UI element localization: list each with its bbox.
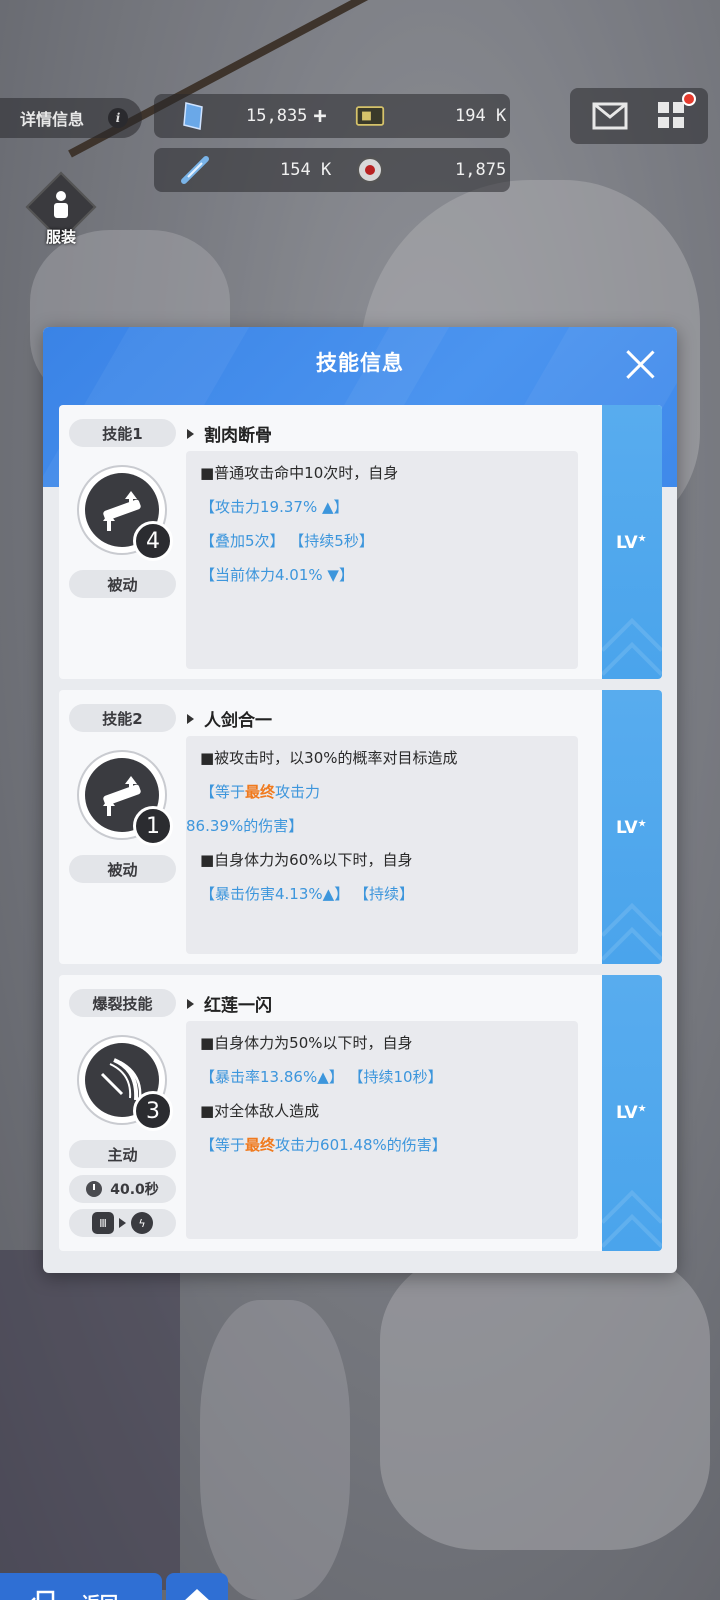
card-icon [355,101,385,131]
desc-line: ■普通攻击命中10次时，自身 [200,464,399,482]
lv-label: LV★ [616,818,647,838]
skill-card-1: 技能1 割肉断骨 4 被动 ■普通攻击命中10次时，自身 【攻击力19.37% … [59,405,662,679]
level-up-button[interactable]: LV★ [600,405,662,679]
skill-description: ■普通攻击命中10次时，自身 【攻击力19.37% ▲】 【叠加5次】 【持续5… [186,451,578,669]
desc-line: 【攻击力19.37% ▲】 [200,498,349,516]
level-up-button[interactable]: LV★ [600,975,662,1251]
top-right-menu [570,88,708,144]
skill-info-modal: 技能信息 技能1 割肉断骨 4 被动 ■普通攻击命中10次时，自身 【攻击力19… [43,327,677,1273]
skill-level-badge: 1 [133,806,173,846]
desc-line: ■被攻击时，以30%的概率对目标造成 [200,749,458,767]
level-up-button[interactable]: LV★ [600,690,662,964]
mail-icon[interactable] [592,102,628,130]
close-icon[interactable] [625,349,655,379]
crystal-icon [178,101,208,131]
skill-level-badge: 4 [133,521,173,561]
skill-card-3: 爆裂技能 红莲一闪 3 主动 40.0秒 Ⅲ ϟ ■自身体力为50%以下时，自身… [59,975,662,1251]
desc-line: ■自身体力为50%以下时，自身 [200,1034,413,1052]
skill-tag: 技能1 [69,419,176,447]
info-icon[interactable]: i [108,108,128,128]
triangle-icon [187,998,194,1009]
triangle-icon [187,428,194,439]
skill-tag: 技能2 [69,704,176,732]
back-label: 返回 [82,1590,118,1600]
skill-level-badge: 3 [133,1091,173,1131]
home-button[interactable] [166,1573,228,1600]
cooldown-badge: 40.0秒 [69,1175,176,1203]
desc-line: 【等于最终攻击力 [200,783,321,801]
orb-count: 1,875 [455,160,507,180]
desc-line: 86.39%的伤害】 [186,817,304,835]
detail-info-button[interactable]: 详情信息 i [0,98,142,138]
outfit-button[interactable]: 服装 [25,171,97,248]
skill-type: 被动 [69,570,176,598]
skill-icon-button[interactable]: 4 [77,465,173,561]
orb-icon [355,155,385,185]
exit-icon [31,1590,55,1600]
home-icon [185,1589,209,1600]
burst-level-icon: Ⅲ [92,1212,114,1234]
crystal-count: 15,835 + [246,103,327,129]
desc-line: 【暴击伤害4.13%▲】 【持续】 [200,885,414,903]
skill-icon-button[interactable]: 3 [77,1035,173,1131]
skill-description: ■被攻击时，以30%的概率对目标造成 【等于最终攻击力 86.39%的伤害】 ■… [186,736,578,954]
outfit-label: 服装 [45,228,76,246]
desc-line: 【等于最终攻击力601.48%的伤害】 [200,1136,447,1154]
triangle-icon [187,713,194,724]
modal-title: 技能信息 [316,351,404,375]
lv-label: LV★ [616,1103,647,1123]
syringe-icon [180,155,210,185]
syringe-count: 154 K [280,160,332,180]
skill-description: ■自身体力为50%以下时，自身 【暴击率13.86%▲】 【持续10秒】 ■对全… [186,1021,578,1239]
arrow-right-icon [119,1218,126,1228]
person-icon [54,191,68,218]
skill-name: 人剑合一 [187,706,272,731]
skill-icon-button[interactable]: 1 [77,750,173,846]
skill-card-2: 技能2 人剑合一 1 被动 ■被攻击时，以30%的概率对目标造成 【等于最终攻击… [59,690,662,964]
skill-tag: 爆裂技能 [69,989,176,1017]
skill-type: 被动 [69,855,176,883]
clock-icon [86,1181,103,1197]
add-crystal-button[interactable]: + [313,104,326,129]
burst-indicator: Ⅲ ϟ [69,1209,176,1237]
card-count: 194 K [455,106,507,126]
skill-type: 主动 [69,1140,176,1168]
back-button[interactable]: 返回 [0,1573,162,1600]
notification-dot [682,92,696,106]
desc-line: ■自身体力为60%以下时，自身 [200,851,413,869]
skill-name: 红莲一闪 [187,991,272,1016]
desc-line: 【当前体力4.01% ▼】 [200,566,354,584]
lv-label: LV★ [616,533,647,553]
detail-info-label: 详情信息 [20,110,85,129]
lightning-icon: ϟ [131,1212,153,1234]
grid-menu-icon[interactable] [656,100,686,130]
desc-line: ■对全体敌人造成 [200,1102,320,1120]
desc-line: 【叠加5次】 【持续5秒】 [200,532,374,550]
desc-line: 【暴击率13.86%▲】 【持续10秒】 [200,1068,443,1086]
skill-name: 割肉断骨 [187,421,272,446]
